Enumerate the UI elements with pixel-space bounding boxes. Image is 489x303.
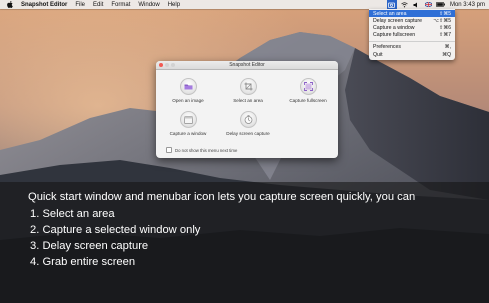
menu-item-delay-capture[interactable]: Delay screen capture ⌥⇧⌘5	[369, 17, 455, 24]
wifi-icon[interactable]	[400, 0, 409, 9]
caption-step: 3. Delay screen capture	[30, 240, 149, 252]
window-titlebar[interactable]: Snapshot Editor	[156, 61, 338, 70]
flag-icon[interactable]	[424, 0, 433, 9]
folder-icon	[179, 78, 197, 95]
menu-edit[interactable]: Edit	[93, 2, 103, 8]
menu-item-preferences[interactable]: Preferences ⌘,	[369, 44, 455, 51]
menu-item-shortcut: ⇧⌘5	[439, 10, 451, 17]
fullscreen-icon	[299, 78, 317, 95]
caption-intro: Quick start window and menubar icon lets…	[28, 191, 416, 203]
menu-item-shortcut: ⇧⌘7	[439, 32, 451, 39]
timer-icon	[239, 111, 257, 128]
speaker-icon[interactable]	[412, 0, 421, 9]
screen-capture-icon[interactable]	[386, 0, 397, 9]
capture-window-label: Capture a window	[169, 131, 207, 136]
menu-window[interactable]: Window	[138, 2, 159, 8]
menu-separator	[369, 40, 455, 42]
dont-show-label: Do not show this menu next time	[175, 147, 238, 153]
menu-item-select-area[interactable]: Select an area ⇧⌘5	[369, 10, 455, 18]
menu-item-label: Quit	[373, 51, 383, 58]
select-area-label: Select an area	[233, 98, 263, 103]
caption-step: 2. Capture a selected window only	[30, 224, 201, 236]
delay-capture-button[interactable]: Delay screen capture	[218, 111, 278, 136]
menu-item-shortcut: ⌘Q	[442, 51, 451, 58]
open-image-button[interactable]: Open an image	[158, 78, 218, 103]
menu-item-label: Preferences	[373, 44, 401, 51]
caption-overlay: Quick start window and menubar icon lets…	[0, 182, 489, 303]
menu-item-label: Capture a window	[373, 24, 415, 31]
battery-icon[interactable]	[435, 0, 445, 9]
caption-step: 1. Select an area	[30, 208, 115, 220]
minimize-window-button[interactable]	[165, 62, 169, 67]
capture-fullscreen-button[interactable]: Capture fullscreen	[278, 78, 338, 103]
menu-item-shortcut: ⌘,	[444, 44, 451, 51]
menu-item-label: Delay screen capture	[373, 17, 423, 24]
window-icon	[179, 111, 197, 128]
menu-item-label: Capture fullscreen	[373, 32, 416, 39]
select-area-button[interactable]: Select an area	[218, 78, 278, 103]
window-title: Snapshot Editor	[229, 62, 265, 68]
dont-show-checkbox[interactable]	[166, 147, 172, 153]
menu-format[interactable]: Format	[111, 2, 130, 8]
menu-item-label: Select an area	[373, 10, 407, 17]
dont-show-option[interactable]: Do not show this menu next time	[166, 147, 237, 153]
menu-item-shortcut: ⇧⌘6	[439, 24, 451, 31]
menu-app-name[interactable]: Snapshot Editor	[21, 2, 67, 8]
menu-bar: Snapshot Editor File Edit Format Window …	[0, 0, 489, 9]
zoom-window-button[interactable]	[171, 62, 175, 67]
capture-fullscreen-label: Capture fullscreen	[289, 98, 327, 103]
menubar-clock[interactable]: Mon 3:43 pm	[450, 2, 485, 8]
status-menu: Select an area ⇧⌘5 Delay screen capture …	[369, 9, 455, 61]
snapshot-editor-window: Snapshot Editor Open an image Select an …	[156, 61, 338, 158]
window-controls	[159, 62, 177, 67]
apple-logo-icon[interactable]	[6, 1, 13, 8]
status-area: Mon 3:43 pm	[384, 0, 485, 9]
menu-item-capture-fullscreen[interactable]: Capture fullscreen ⇧⌘7	[369, 32, 455, 39]
open-image-label: Open an image	[172, 98, 204, 103]
crop-icon	[239, 78, 257, 95]
menu-help[interactable]: Help	[168, 2, 180, 8]
capture-window-button[interactable]: Capture a window	[158, 111, 218, 136]
menu-item-quit[interactable]: Quit ⌘Q	[369, 51, 455, 58]
menu-item-capture-window[interactable]: Capture a window ⇧⌘6	[369, 24, 455, 31]
delay-capture-label: Delay screen capture	[226, 131, 270, 136]
caption-step: 4. Grab entire screen	[30, 256, 136, 268]
menu-file[interactable]: File	[75, 2, 85, 8]
close-window-button[interactable]	[159, 62, 163, 67]
menu-item-shortcut: ⌥⇧⌘5	[433, 17, 451, 24]
